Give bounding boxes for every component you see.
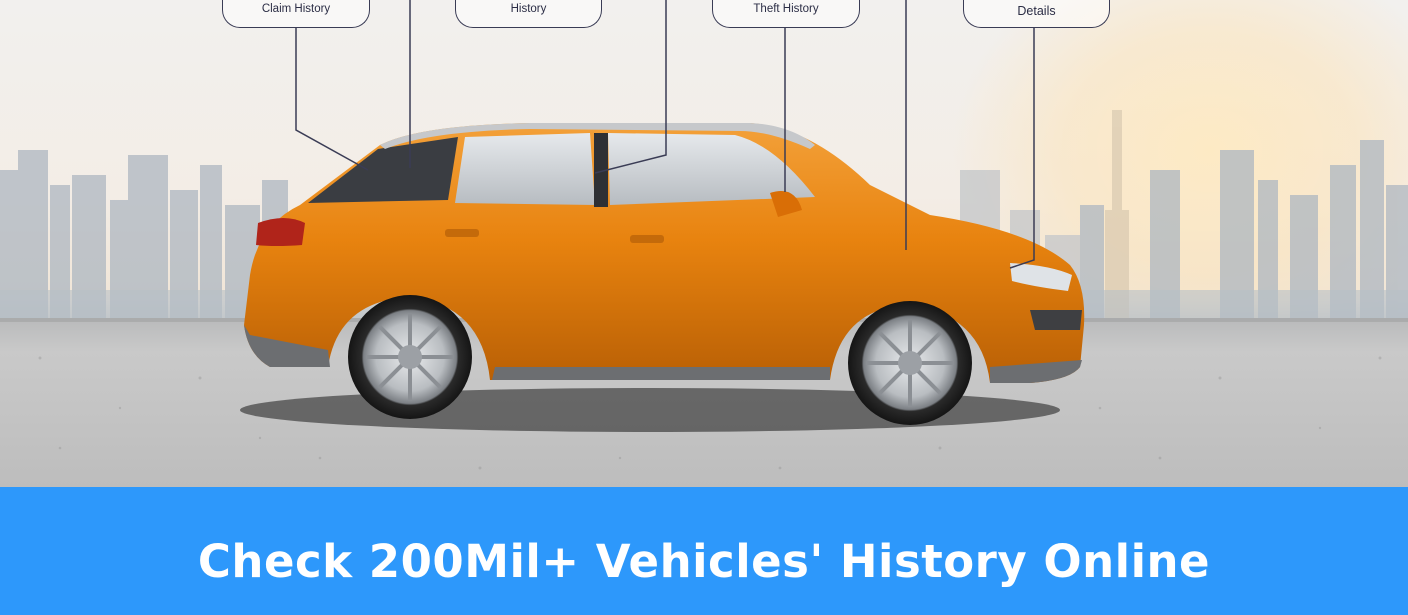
callout-theft-history: Theft History (712, 0, 860, 28)
callout-service-history: History (455, 0, 602, 28)
car-illustration (240, 123, 1085, 432)
callout-claim-history: Claim History (222, 0, 370, 28)
callout-details-label: Details (1017, 4, 1056, 18)
callout-service-history-label: History (510, 2, 547, 15)
callout-claim-history-label: Claim History (261, 2, 331, 15)
page-headline: Check 200Mil+ Vehicles' History Online (197, 534, 1211, 588)
headline-banner: Check 200Mil+ Vehicles' History Online (0, 487, 1408, 615)
hero-section: Claim History History Theft History Deta… (0, 0, 1408, 487)
callout-details: Details (963, 0, 1110, 28)
callout-theft-history-label: Theft History (753, 2, 819, 15)
